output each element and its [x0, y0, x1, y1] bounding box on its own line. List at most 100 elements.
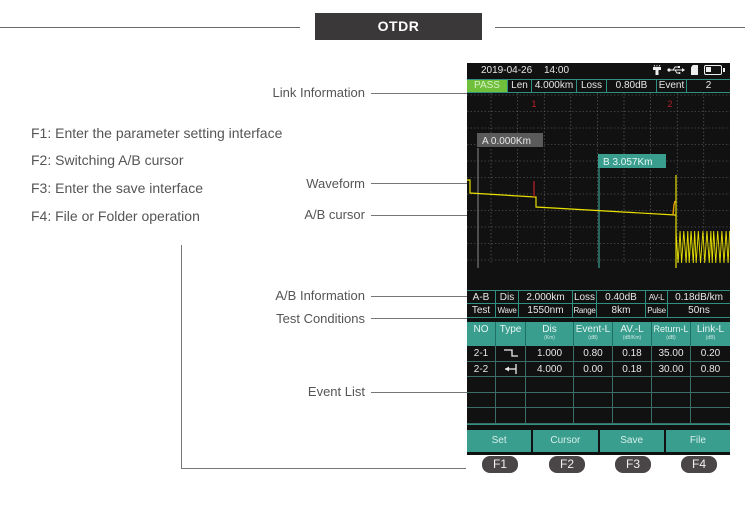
- otdr-screen: 2019-04-26 14:00 PASS Len 4.000km Loss 0…: [467, 63, 730, 455]
- event-no: 2-2: [467, 361, 496, 376]
- status-date: 2019-04-26: [481, 65, 533, 76]
- waveform-plot[interactable]: 1 2 A 0.000Km B 3.057Km: [467, 93, 730, 268]
- cursor-a-label: A 0.000Km: [482, 136, 531, 147]
- ab-loss-value: 0.40dB: [597, 291, 646, 303]
- ab-label: A-B: [467, 291, 496, 303]
- event-dis: 1.000: [526, 346, 574, 361]
- ab-loss-label: Loss: [573, 291, 597, 303]
- col-header-event-l: Event-L (dB): [574, 322, 613, 346]
- col-header-type: Type: [496, 322, 526, 346]
- event-marker-1: 1: [531, 99, 536, 109]
- reflective-step-icon: [503, 349, 518, 358]
- event-table-header: NO Type Dis (Km) Event-L (dB) AV.-L (dB/Km)…: [467, 322, 730, 346]
- ab-dis-value: 2.000km: [519, 291, 573, 303]
- f1-description: F1: Enter the parameter setting interfac…: [31, 125, 283, 141]
- callout-line-test-conditions: [371, 318, 467, 319]
- banner-divider-left: [0, 27, 300, 28]
- col-header-return-l: Return-L (dB): [652, 322, 691, 346]
- wave-label: Wave: [496, 304, 519, 317]
- softkey-set[interactable]: Set: [467, 430, 532, 452]
- len-label: Len: [508, 80, 532, 92]
- col-header-no: NO: [467, 322, 496, 346]
- softkey-file[interactable]: File: [665, 430, 730, 452]
- event-loss: 0.80: [574, 346, 613, 361]
- test-label: Test: [467, 304, 496, 317]
- f4-description: F4: File or Folder operation: [31, 208, 200, 224]
- battery-icon: [704, 65, 725, 75]
- function-keys: F1 F2 F3 F4: [467, 456, 730, 474]
- event-count-value: 2: [705, 80, 712, 91]
- f3-key[interactable]: F3: [615, 456, 651, 473]
- event-row[interactable]: 2-1 1.000 0.80 0.18 35.00 0.20: [467, 346, 730, 362]
- noise-floor: [675, 230, 730, 264]
- callout-waveform: Waveform: [306, 176, 365, 191]
- f2-description: F2: Switching A/B cursor: [31, 152, 184, 168]
- function-bracket-vertical: [181, 245, 182, 468]
- f2-key[interactable]: F2: [549, 456, 585, 473]
- event-return-loss: 30.00: [652, 361, 691, 376]
- f4-key[interactable]: F4: [681, 456, 717, 473]
- status-time: 14:00: [544, 65, 570, 76]
- loss-value: 0.80dB: [607, 80, 657, 92]
- event-type: [496, 361, 526, 376]
- callout-line-link-information: [371, 93, 467, 94]
- usb-icon: [667, 66, 685, 74]
- event-list-bottom-border: [467, 423, 730, 425]
- event-type: [496, 346, 526, 361]
- event-row-empty: [467, 377, 730, 393]
- waveform-trace: [467, 179, 676, 216]
- event-return-loss: 35.00: [652, 346, 691, 361]
- softkey-cursor[interactable]: Cursor: [533, 430, 598, 452]
- pass-badge: PASS: [467, 80, 508, 92]
- len-value: 4.000km: [532, 80, 577, 92]
- callout-ab-information: A/B Information: [275, 288, 365, 303]
- callout-line-ab-information: [371, 296, 467, 297]
- callout-line-waveform: [371, 183, 467, 184]
- ab-avl-label: AV-L: [646, 291, 668, 303]
- callout-link-information: Link Information: [272, 85, 366, 100]
- ab-dis-label: Dis: [496, 291, 519, 303]
- pulse-label: Pulse: [646, 304, 668, 317]
- col-header-dis: Dis (Km): [526, 322, 574, 346]
- flashlight-icon: [653, 65, 661, 75]
- link-information-row: PASS Len 4.000km Loss 0.80dB Event 2: [467, 79, 730, 93]
- callout-line-ab-cursor: [371, 215, 467, 216]
- function-bracket-horizontal: [181, 468, 466, 469]
- status-bar: 2019-04-26 14:00: [467, 63, 730, 79]
- status-icons: [653, 65, 725, 75]
- range-value: 8km: [597, 304, 646, 317]
- wave-value: 1550nm: [519, 304, 573, 317]
- callout-test-conditions: Test Conditions: [276, 311, 365, 326]
- col-header-av-l: AV.-L (dB/Km): [613, 322, 652, 346]
- event-row[interactable]: 2-2 4.000 0.00 0.18 30.00 0.80: [467, 361, 730, 377]
- event-count-label: Event: [657, 80, 687, 92]
- softkey-bar: Set Cursor Save File: [467, 430, 730, 452]
- banner-divider-right: [495, 27, 745, 28]
- softkey-save[interactable]: Save: [599, 430, 664, 452]
- event-link-loss: 0.20: [700, 348, 721, 359]
- pulse-value: 50ns: [688, 305, 710, 316]
- ab-avl-value: 0.18dB/km: [675, 292, 723, 303]
- event-link-loss: 0.80: [700, 363, 721, 375]
- f3-description: F3: Enter the save interface: [31, 180, 203, 196]
- end-of-fiber-icon: [504, 363, 517, 374]
- callout-ab-cursor: A/B cursor: [304, 207, 365, 222]
- event-row-empty: [467, 408, 730, 424]
- event-av-loss: 0.18: [613, 361, 652, 376]
- event-row-empty: [467, 392, 730, 408]
- callout-line-event-list: [371, 392, 467, 393]
- event-av-loss: 0.18: [613, 346, 652, 361]
- test-conditions-row: Test Wave 1550nm Range 8km Pulse 50ns: [467, 304, 730, 318]
- event-marker-2: 2: [667, 99, 672, 109]
- cursor-b-label: B 3.057Km: [603, 157, 652, 168]
- banner-title: OTDR: [315, 13, 482, 40]
- event-loss: 0.00: [574, 361, 613, 376]
- range-label: Range: [573, 304, 597, 317]
- col-header-link-l: Link-L (dB): [696, 324, 725, 341]
- sd-card-icon: [691, 65, 698, 75]
- ab-information-row: A-B Dis 2.000km Loss 0.40dB AV-L 0.18dB/…: [467, 290, 730, 304]
- event-2-reflection: [672, 200, 676, 216]
- event-no: 2-1: [467, 346, 496, 361]
- f1-key[interactable]: F1: [482, 456, 518, 473]
- event-list: NO Type Dis (Km) Event-L (dB) AV.-L (dB/Km)…: [467, 322, 730, 425]
